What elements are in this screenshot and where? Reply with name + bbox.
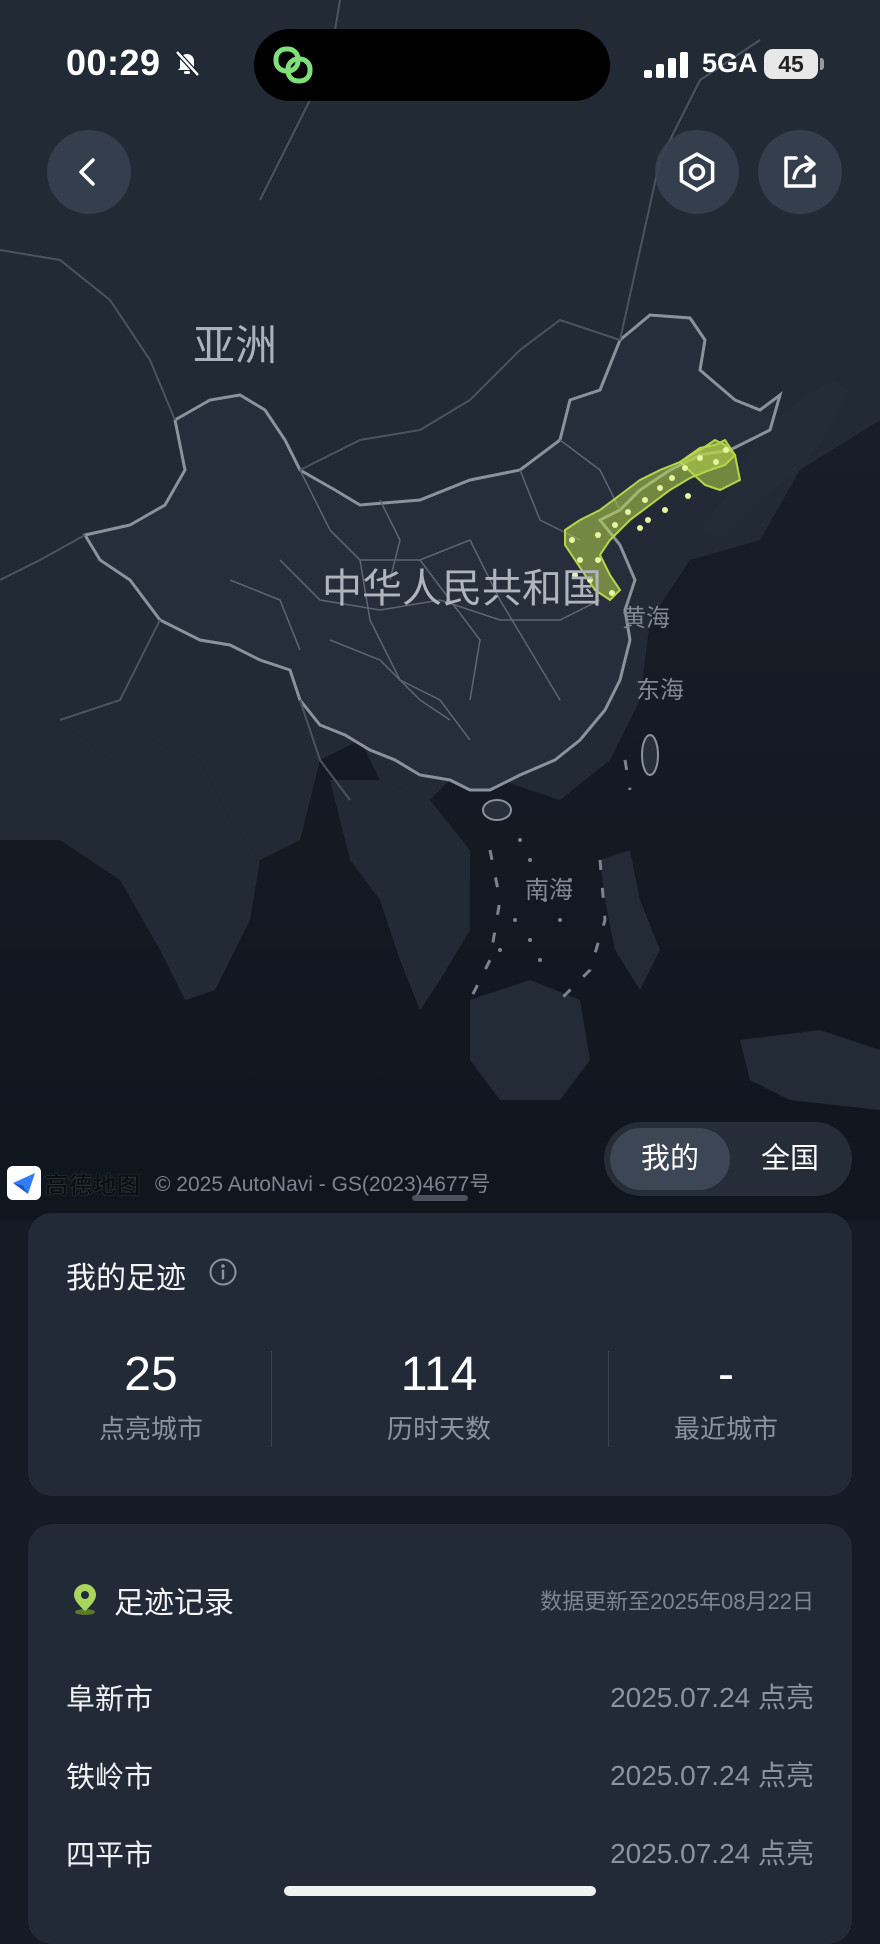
record-row[interactable]: 阜新市 2025.07.24 点亮 bbox=[66, 1676, 814, 1716]
network-type: 5GA bbox=[702, 48, 758, 78]
sheet-drag-handle[interactable] bbox=[412, 1195, 468, 1201]
land-borneo bbox=[470, 980, 590, 1100]
map-label-country: 中华人民共和国 bbox=[322, 567, 602, 611]
record-city: 铁岭市 bbox=[66, 1762, 154, 1794]
location-pin-icon bbox=[70, 1582, 100, 1621]
map-label-asia: 亚洲 bbox=[193, 322, 278, 369]
share-button[interactable] bbox=[758, 130, 842, 214]
record-city: 四平市 bbox=[66, 1840, 154, 1872]
stat-lit-cities: 25 点亮城市 bbox=[31, 1347, 271, 1446]
map-view[interactable]: 亚洲 中华人民共和国 黄海 东海 南海 bbox=[0, 0, 880, 1220]
record-row[interactable]: 四平市 2025.07.24 点亮 bbox=[66, 1832, 814, 1872]
info-icon[interactable] bbox=[208, 1257, 238, 1292]
app-link-icon bbox=[270, 43, 318, 92]
stat-value: - bbox=[718, 1348, 734, 1401]
footprint-title: 我的足迹 bbox=[66, 1262, 186, 1295]
record-date: 2025.07.24 点亮 bbox=[610, 1682, 814, 1713]
map-label-east-sea: 东海 bbox=[636, 677, 684, 704]
record-row[interactable]: 铁岭市 2025.07.24 点亮 bbox=[66, 1754, 814, 1794]
dynamic-island bbox=[254, 29, 610, 101]
map-copyright: © 2025 AutoNavi - GS(2023)4677号 bbox=[155, 1173, 491, 1196]
record-date: 2025.07.24 点亮 bbox=[610, 1838, 814, 1869]
settings-button[interactable] bbox=[655, 130, 739, 214]
hainan-island bbox=[482, 799, 512, 821]
stat-label: 历时天数 bbox=[386, 1414, 491, 1444]
stat-label: 最近城市 bbox=[673, 1414, 778, 1444]
map-label-south-sea: 南海 bbox=[525, 877, 573, 904]
stat-days: 114 历时天数 bbox=[319, 1347, 559, 1446]
stat-recent-city: - 最近城市 bbox=[606, 1347, 846, 1446]
signal-icon bbox=[644, 52, 690, 83]
home-indicator[interactable] bbox=[284, 1886, 596, 1896]
battery-nub bbox=[820, 58, 824, 70]
stat-divider bbox=[271, 1351, 272, 1447]
scope-option-all[interactable]: 全国 bbox=[734, 1128, 846, 1190]
amap-logo-text: 高德地图 bbox=[45, 1172, 141, 1198]
battery-level: 45 bbox=[764, 49, 818, 79]
record-date: 2025.07.24 点亮 bbox=[610, 1760, 814, 1791]
map-label-yellow-sea: 黄海 bbox=[622, 605, 670, 632]
taiwan-island bbox=[641, 734, 659, 776]
share-icon bbox=[784, 155, 816, 188]
stat-value: 114 bbox=[400, 1348, 478, 1401]
stat-value: 25 bbox=[124, 1348, 178, 1401]
amap-logo-icon bbox=[7, 1166, 41, 1200]
back-button[interactable] bbox=[47, 130, 131, 214]
records-card: 足迹记录 数据更新至2025年08月22日 阜新市 2025.07.24 点亮 … bbox=[28, 1524, 852, 1944]
scope-toggle[interactable]: 我的 全国 bbox=[604, 1122, 852, 1196]
bell-muted-icon bbox=[172, 48, 202, 83]
footprint-card: 我的足迹 25 点亮城市 114 历时天数 - 最近城市 bbox=[28, 1213, 852, 1496]
scope-option-mine[interactable]: 我的 bbox=[610, 1128, 730, 1190]
records-updated: 数据更新至2025年08月22日 bbox=[540, 1589, 814, 1614]
stat-label: 点亮城市 bbox=[98, 1414, 203, 1444]
hexagon-settings-icon bbox=[679, 152, 715, 192]
chevron-left-icon bbox=[79, 158, 95, 186]
record-city: 阜新市 bbox=[66, 1684, 154, 1716]
status-bar: 00:29 5GA 45 bbox=[0, 0, 880, 130]
records-title: 足迹记录 bbox=[114, 1587, 234, 1620]
status-time: 00:29 bbox=[66, 42, 161, 83]
